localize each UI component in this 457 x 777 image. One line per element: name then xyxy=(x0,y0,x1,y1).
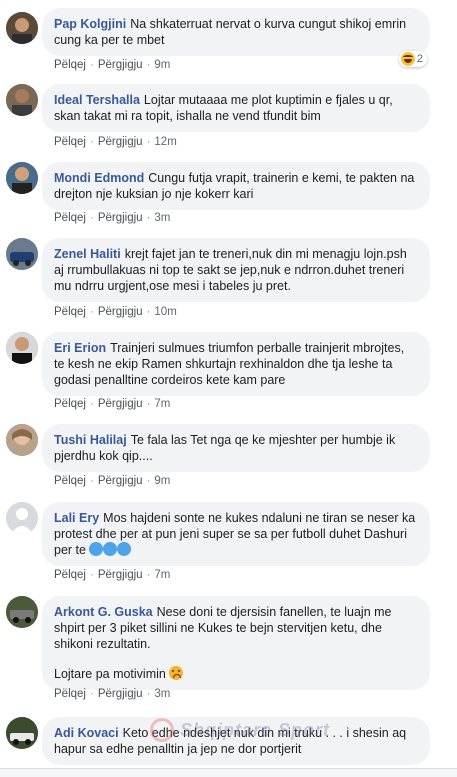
reply-link[interactable]: Përgjigju xyxy=(98,306,143,318)
comment-actions: Pëlqej · Përgjigju · 3m xyxy=(54,212,171,224)
blue-heart-icon xyxy=(117,542,132,556)
comment-time[interactable]: 12m xyxy=(154,136,176,148)
avatar[interactable] xyxy=(6,717,38,749)
comment-bubble: Eri Erion Trainjeri sulmues triumfon perb… xyxy=(42,332,430,396)
reply-link[interactable]: Përgjigju xyxy=(98,212,143,224)
laugh-reaction-icon xyxy=(400,52,415,66)
reply-link[interactable]: Përgjigju xyxy=(98,59,143,71)
avatar[interactable] xyxy=(6,238,38,270)
comment-bubble: Adi Kovaci Keto edhe ndeshjet nuk din mi … xyxy=(42,717,430,765)
reply-link[interactable]: Përgjigju xyxy=(98,398,143,410)
like-link[interactable]: Pëlqej xyxy=(54,212,86,224)
like-link[interactable]: Pëlqej xyxy=(54,306,86,318)
blue-heart-icon xyxy=(103,542,118,556)
comment-text: Trainjeri sulmues triumfon perballe trai… xyxy=(54,341,405,387)
reaction-count: 2 xyxy=(416,53,423,65)
comment-time[interactable]: 10m xyxy=(154,306,176,318)
commenter-name[interactable]: Eri Erion xyxy=(54,341,106,355)
commenter-name[interactable]: Lali Ery xyxy=(54,511,99,525)
comment-actions: Pëlqej · Përgjigju · 12m xyxy=(54,136,177,148)
comment-bubble: Arkont G. Guska Nese doni te djersisin fa… xyxy=(42,596,430,690)
comment-text-extra: Lojtare pa motivimin xyxy=(54,667,166,681)
comment-time[interactable]: 3m xyxy=(154,688,170,700)
comment-actions: Pëlqej · Përgjigju · 9m xyxy=(54,59,171,71)
commenter-name[interactable]: Adi Kovaci xyxy=(54,726,119,740)
commenter-name[interactable]: Tushi Halilaj xyxy=(54,433,127,447)
comment-bubble: Lali Ery Mos hajdeni sonte ne kukes ndalu… xyxy=(42,502,430,566)
like-link[interactable]: Pëlqej xyxy=(54,136,86,148)
comment-bubble: Mondi Edmond Cungu futja vrapit, traineri… xyxy=(42,162,430,210)
sad-face-icon xyxy=(169,666,184,680)
comment-bubble: Tushi Halilaj Te fala las Tet nga qe ke m… xyxy=(42,424,430,472)
comment-actions: Pëlqej · Përgjigju · 10m xyxy=(54,306,177,318)
commenter-name[interactable]: Arkont G. Guska xyxy=(54,605,153,619)
avatar[interactable] xyxy=(6,332,38,364)
comment-time[interactable]: 7m xyxy=(154,569,170,581)
avatar[interactable] xyxy=(6,596,38,628)
avatar[interactable] xyxy=(6,12,38,44)
commenter-name[interactable]: Pap Kolgjini xyxy=(54,17,126,31)
reply-link[interactable]: Përgjigju xyxy=(98,475,143,487)
reply-link[interactable]: Përgjigju xyxy=(98,136,143,148)
comment-actions: Pëlqej · Përgjigju · 3m xyxy=(54,688,171,700)
avatar[interactable] xyxy=(6,424,38,456)
like-link[interactable]: Pëlqej xyxy=(54,475,86,487)
comment-time[interactable]: 9m xyxy=(154,59,170,71)
blue-heart-icon xyxy=(89,542,104,556)
like-link[interactable]: Pëlqej xyxy=(54,59,86,71)
comment-time[interactable]: 7m xyxy=(154,398,170,410)
like-link[interactable]: Pëlqej xyxy=(54,569,86,581)
comment-actions: Pëlqej · Përgjigju · 7m xyxy=(54,398,171,410)
comment-actions: Pëlqej · Përgjigju · 9m xyxy=(54,475,171,487)
avatar[interactable] xyxy=(6,162,38,194)
commenter-name[interactable]: Zenel Haliti xyxy=(54,247,121,261)
comment-bubble: Ideal Tershalla Lojtar mutaaaa me plot ku… xyxy=(42,84,430,132)
commenter-name[interactable]: Mondi Edmond xyxy=(54,171,144,185)
comment-time[interactable]: 9m xyxy=(154,475,170,487)
comment-time[interactable]: 3m xyxy=(154,212,170,224)
reaction-badge[interactable]: 2 xyxy=(398,51,427,67)
comment-actions: Pëlqej · Përgjigju · 7m xyxy=(54,569,171,581)
comment-bubble: Pap Kolgjini Na shkaterruat nervat o kurv… xyxy=(42,8,430,56)
reply-link[interactable]: Përgjigju xyxy=(98,688,143,700)
reply-link[interactable]: Përgjigju xyxy=(98,569,143,581)
avatar[interactable] xyxy=(6,502,38,534)
avatar[interactable] xyxy=(6,84,38,116)
like-link[interactable]: Pëlqej xyxy=(54,688,86,700)
commenter-name[interactable]: Ideal Tershalla xyxy=(54,93,140,107)
like-link[interactable]: Pëlqej xyxy=(54,398,86,410)
comment-bubble: Zenel Haliti krejt fajet jan te treneri,n… xyxy=(42,238,430,302)
